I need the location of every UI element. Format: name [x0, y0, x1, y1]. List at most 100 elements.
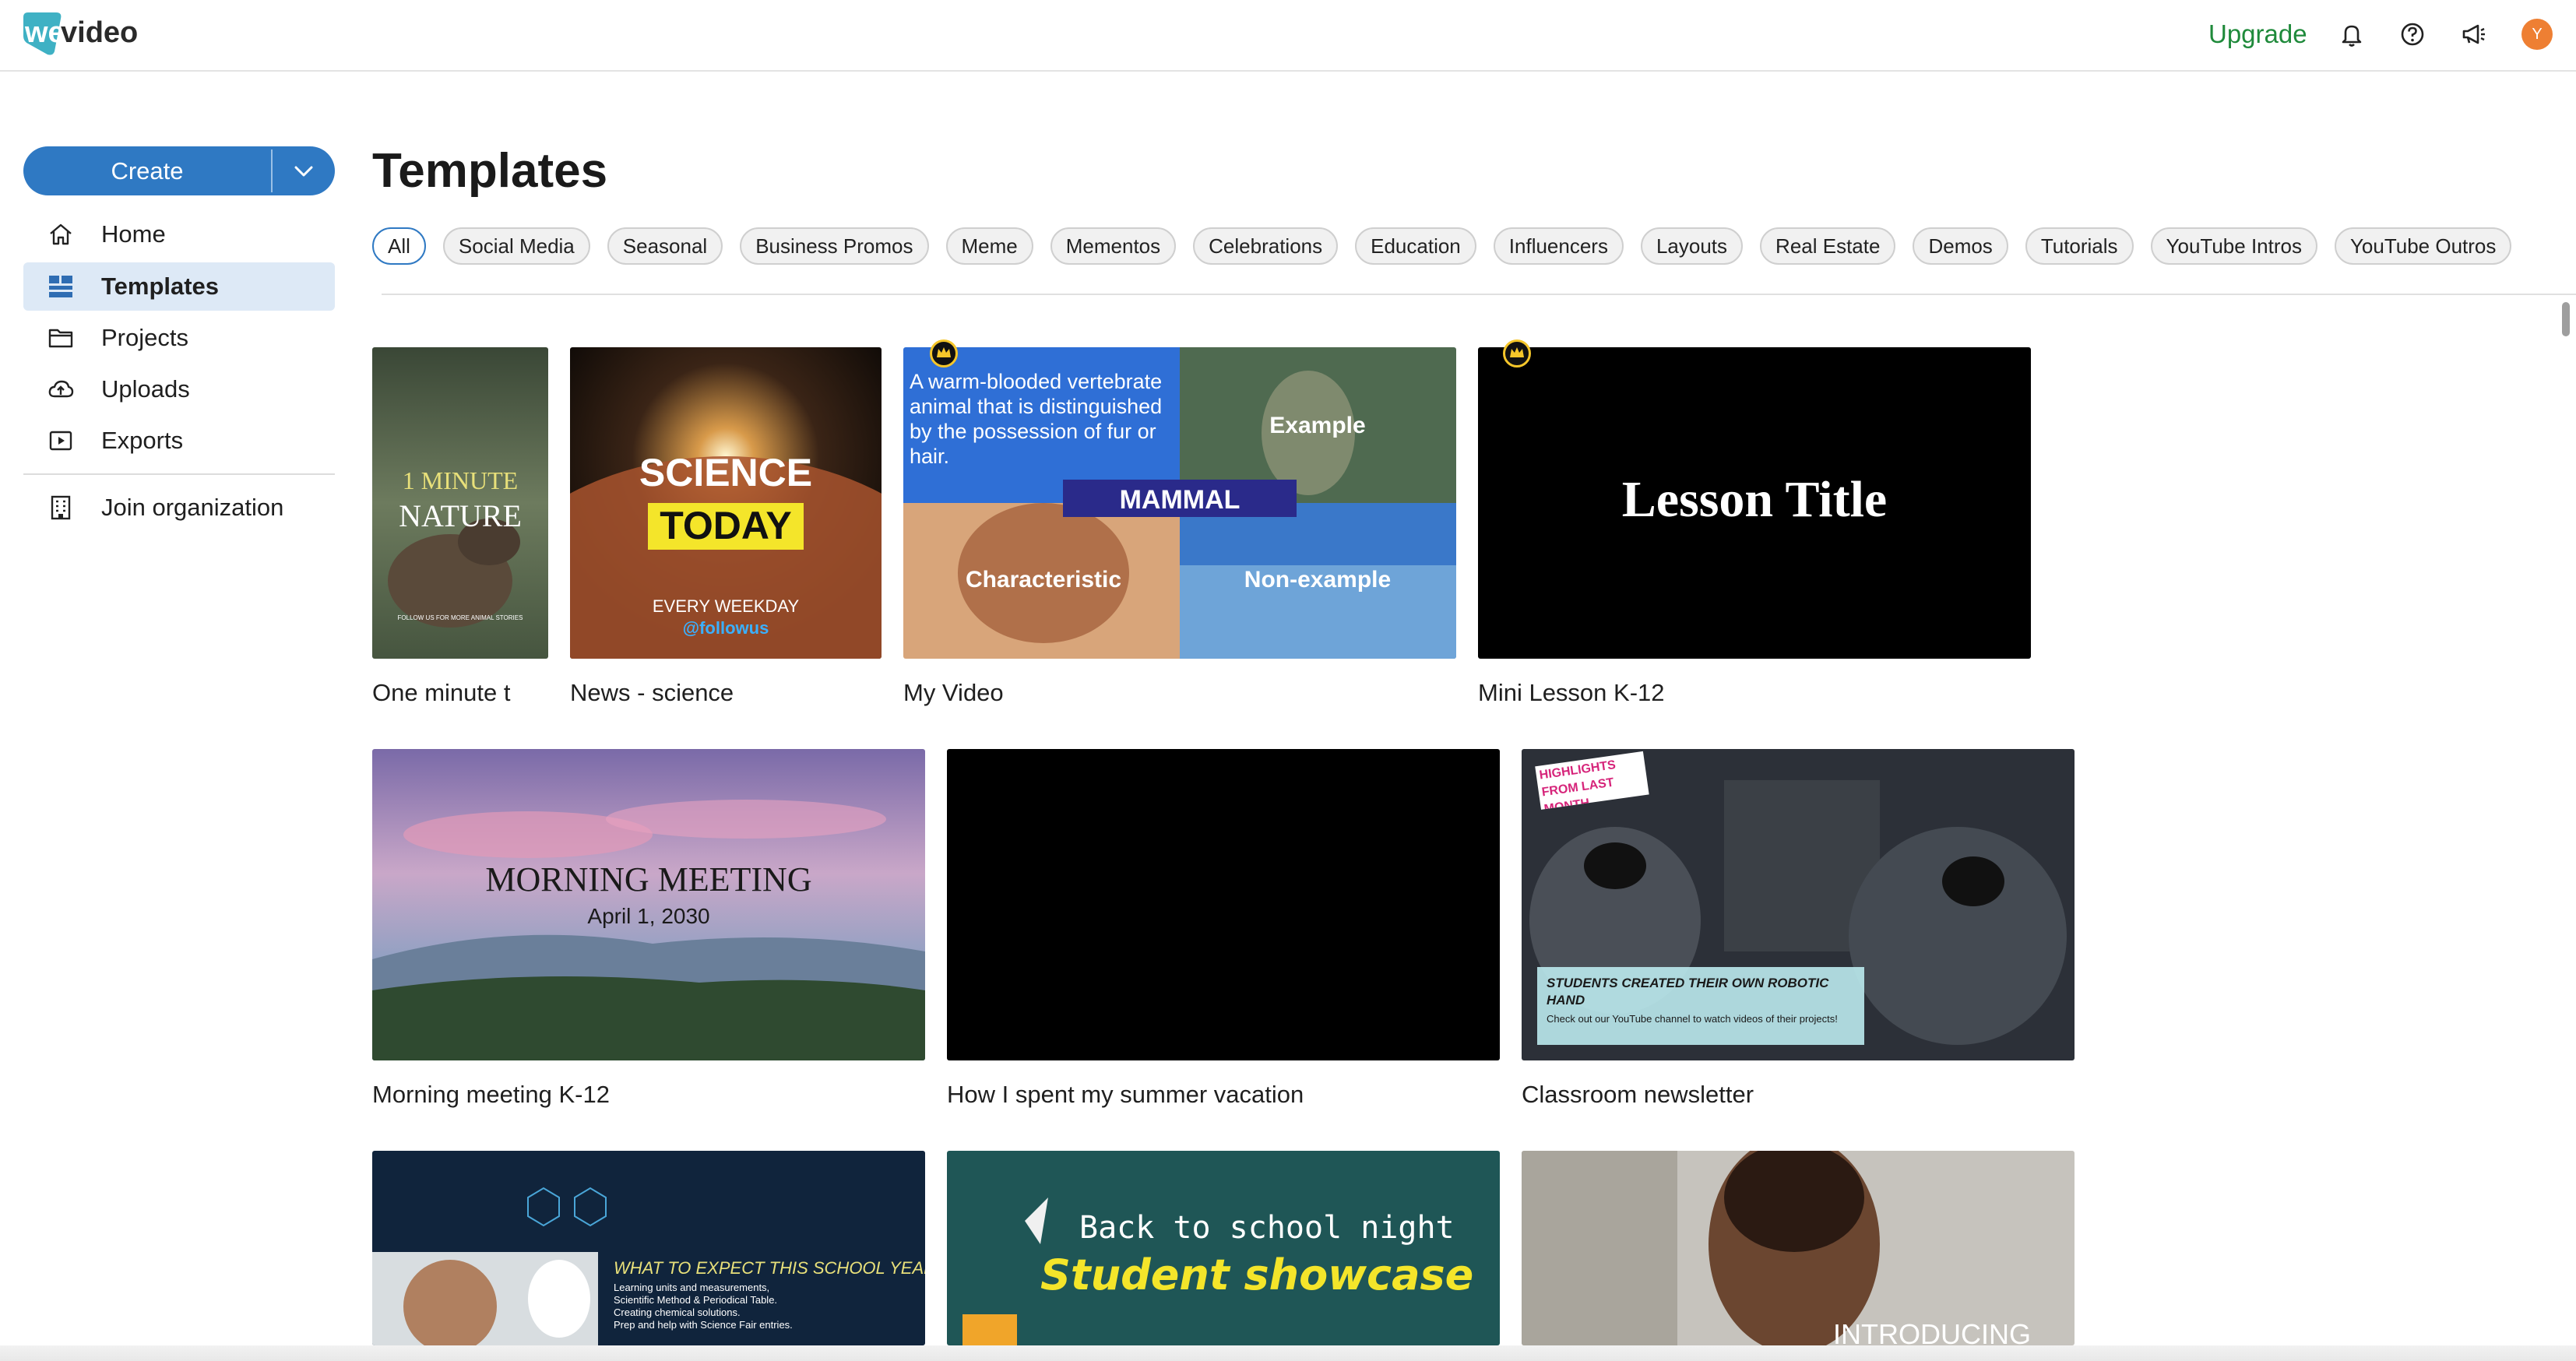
scrollbar-thumb[interactable] — [2562, 302, 2570, 336]
sidebar-item-templates[interactable]: Templates — [23, 262, 335, 311]
thumb-text: TODAY — [660, 504, 792, 547]
help-icon[interactable] — [2397, 19, 2428, 50]
sidebar-item-uploads[interactable]: Uploads — [23, 365, 335, 413]
thumb-text: Non-example — [1244, 567, 1391, 593]
template-card[interactable]: WHAT TO EXPECT THIS SCHOOL YEAR Learning… — [372, 1151, 925, 1345]
templates-grid-icon — [49, 276, 72, 297]
sidebar-divider — [23, 473, 335, 475]
category-chip[interactable]: Layouts — [1640, 227, 1744, 265]
sidebar-item-label: Uploads — [101, 375, 190, 403]
folder-icon — [48, 329, 73, 348]
category-chip[interactable]: Tutorials — [2025, 227, 2134, 265]
category-chip[interactable]: Mementos — [1050, 227, 1177, 265]
template-name: Classroom newsletter — [1522, 1081, 1754, 1108]
category-chip[interactable]: Business Promos — [740, 227, 929, 265]
upgrade-link[interactable]: Upgrade — [2208, 17, 2307, 51]
bell-icon[interactable] — [2336, 19, 2367, 50]
export-play-icon — [49, 431, 72, 451]
wevideo-logo[interactable]: we video — [22, 9, 156, 58]
thumb-text: MORNING MEETING — [485, 860, 811, 899]
thumb-text: Back to school night — [1079, 1210, 1455, 1246]
template-thumbnail[interactable] — [947, 749, 1500, 1060]
thumb-definition: A warm-blooded vertebrate animal that is… — [910, 370, 1163, 468]
sidebar-item-label: Projects — [101, 324, 188, 351]
template-thumbnail[interactable]: SCIENCE TODAY EVERY WEEKDAY @followus — [570, 347, 882, 659]
premium-crown-icon — [930, 339, 958, 368]
category-chip[interactable]: Meme — [945, 227, 1033, 265]
category-chip[interactable]: Influencers — [1493, 227, 1624, 265]
template-thumbnail[interactable]: A warm-blooded vertebrate animal that is… — [903, 347, 1456, 659]
category-chip[interactable]: Real Estate — [1760, 227, 1896, 265]
category-chip[interactable]: Education — [1355, 227, 1476, 265]
template-thumbnail[interactable]: Back to school night Student showcase — [947, 1151, 1500, 1345]
thumb-text: April 1, 2030 — [587, 904, 709, 928]
template-name: One minute t — [372, 679, 511, 706]
user-avatar[interactable]: Y — [2521, 19, 2553, 50]
template-card[interactable]: Lesson Title Mini Lesson K-12 — [1478, 339, 2031, 721]
template-thumbnail[interactable]: Lesson Title — [1478, 347, 2031, 659]
template-thumbnail[interactable]: HIGHLIGHTS FROM LAST MONTH STUDENTS CREA… — [1522, 749, 2075, 1060]
thumb-text: SCIENCE — [639, 451, 812, 494]
thumb-text: Example — [1269, 413, 1365, 438]
thumb-text: Student showcase — [1040, 1250, 1473, 1299]
create-button[interactable]: Create — [23, 146, 271, 195]
sidebar-item-label: Home — [101, 220, 166, 248]
create-split-button: Create — [23, 146, 335, 195]
category-chip[interactable]: Seasonal — [607, 227, 723, 265]
sidebar-item-label: Exports — [101, 427, 184, 454]
category-chip[interactable]: YouTube Outros — [2334, 227, 2512, 265]
template-card[interactable]: 1 MINUTE NATURE FOLLOW US FOR MORE ANIMA… — [372, 347, 548, 721]
template-thumbnail[interactable]: MORNING MEETING April 1, 2030 — [372, 749, 925, 1060]
category-filter-bar: All Social Media Seasonal Business Promos Me… — [372, 227, 2576, 266]
sidebar-item-label: Join organization — [101, 494, 284, 521]
cloud-upload-icon — [48, 380, 74, 398]
app-window: we video Upgrade Y Create Home Templates… — [0, 0, 2576, 1361]
template-card[interactable]: MORNING MEETING April 1, 2030 Morning me… — [372, 749, 925, 1123]
sidebar-item-projects[interactable]: Projects — [23, 314, 335, 362]
thumb-text: WHAT TO EXPECT THIS SCHOOL YEAR — [614, 1258, 925, 1278]
sidebar-item-exports[interactable]: Exports — [23, 417, 335, 465]
category-chip[interactable]: Demos — [1913, 227, 2008, 265]
template-card[interactable]: How I spent my summer vacation — [947, 749, 1500, 1123]
template-card[interactable]: HIGHLIGHTS FROM LAST MONTH STUDENTS CREA… — [1522, 749, 2075, 1123]
template-card[interactable]: A warm-blooded vertebrate animal that is… — [903, 339, 1456, 721]
svg-text:we: we — [24, 16, 65, 49]
thumb-text: INTRODUCING — [1833, 1318, 2031, 1345]
create-options-toggle[interactable] — [273, 146, 335, 195]
announcements-megaphone-icon[interactable] — [2458, 19, 2489, 50]
template-card[interactable]: Back to school night Student showcase — [947, 1151, 1500, 1345]
template-name: Morning meeting K-12 — [372, 1081, 610, 1108]
thumb-text: FOLLOW US FOR MORE ANIMAL STORIES — [398, 614, 523, 621]
thumb-text: Characteristic — [966, 567, 1121, 593]
thumb-text: Creating chemical solutions. — [614, 1306, 741, 1318]
thumb-headline: STUDENTS CREATED THEIR OWN ROBOTIC HAND — [1547, 976, 1829, 1008]
template-thumbnail[interactable]: INTRODUCING — [1522, 1151, 2075, 1345]
category-chip[interactable]: Celebrations — [1193, 227, 1339, 265]
page-title: Templates — [372, 144, 608, 198]
template-name: Mini Lesson K-12 — [1478, 679, 1665, 706]
category-chip[interactable]: All — [372, 227, 426, 265]
sidebar-item-label: Templates — [101, 273, 220, 300]
thumb-text: MAMMAL — [1120, 485, 1240, 515]
bottom-edge — [0, 1345, 2576, 1361]
thumb-text: @followus — [683, 618, 769, 638]
template-name: My Video — [903, 679, 1004, 706]
thumb-text: NATURE — [399, 498, 522, 533]
filter-divider — [382, 294, 2576, 295]
category-chip[interactable]: Social Media — [442, 227, 590, 265]
category-chip[interactable]: YouTube Intros — [2150, 227, 2317, 265]
top-bar: we video Upgrade Y — [0, 0, 2576, 72]
sidebar-item-join-organization[interactable]: Join organization — [23, 484, 335, 532]
template-thumbnail[interactable]: WHAT TO EXPECT THIS SCHOOL YEAR Learning… — [372, 1151, 925, 1345]
home-icon — [50, 223, 72, 245]
template-card[interactable]: SCIENCE TODAY EVERY WEEKDAY @followus Ne… — [570, 347, 882, 721]
thumb-text: Learning units and measurements, — [614, 1282, 769, 1293]
template-thumbnail[interactable]: 1 MINUTE NATURE FOLLOW US FOR MORE ANIMA… — [372, 347, 548, 659]
thumb-text: Lesson Title — [1622, 471, 1887, 528]
thumb-text: Prep and help with Science Fair entries. — [614, 1319, 793, 1331]
thumb-body: Check out our YouTube channel to watch v… — [1547, 1013, 1838, 1025]
template-card[interactable]: INTRODUCING — [1522, 1151, 2075, 1345]
building-icon — [51, 495, 71, 520]
thumb-text: 1 MINUTE — [403, 466, 518, 494]
sidebar-item-home[interactable]: Home — [23, 210, 335, 258]
